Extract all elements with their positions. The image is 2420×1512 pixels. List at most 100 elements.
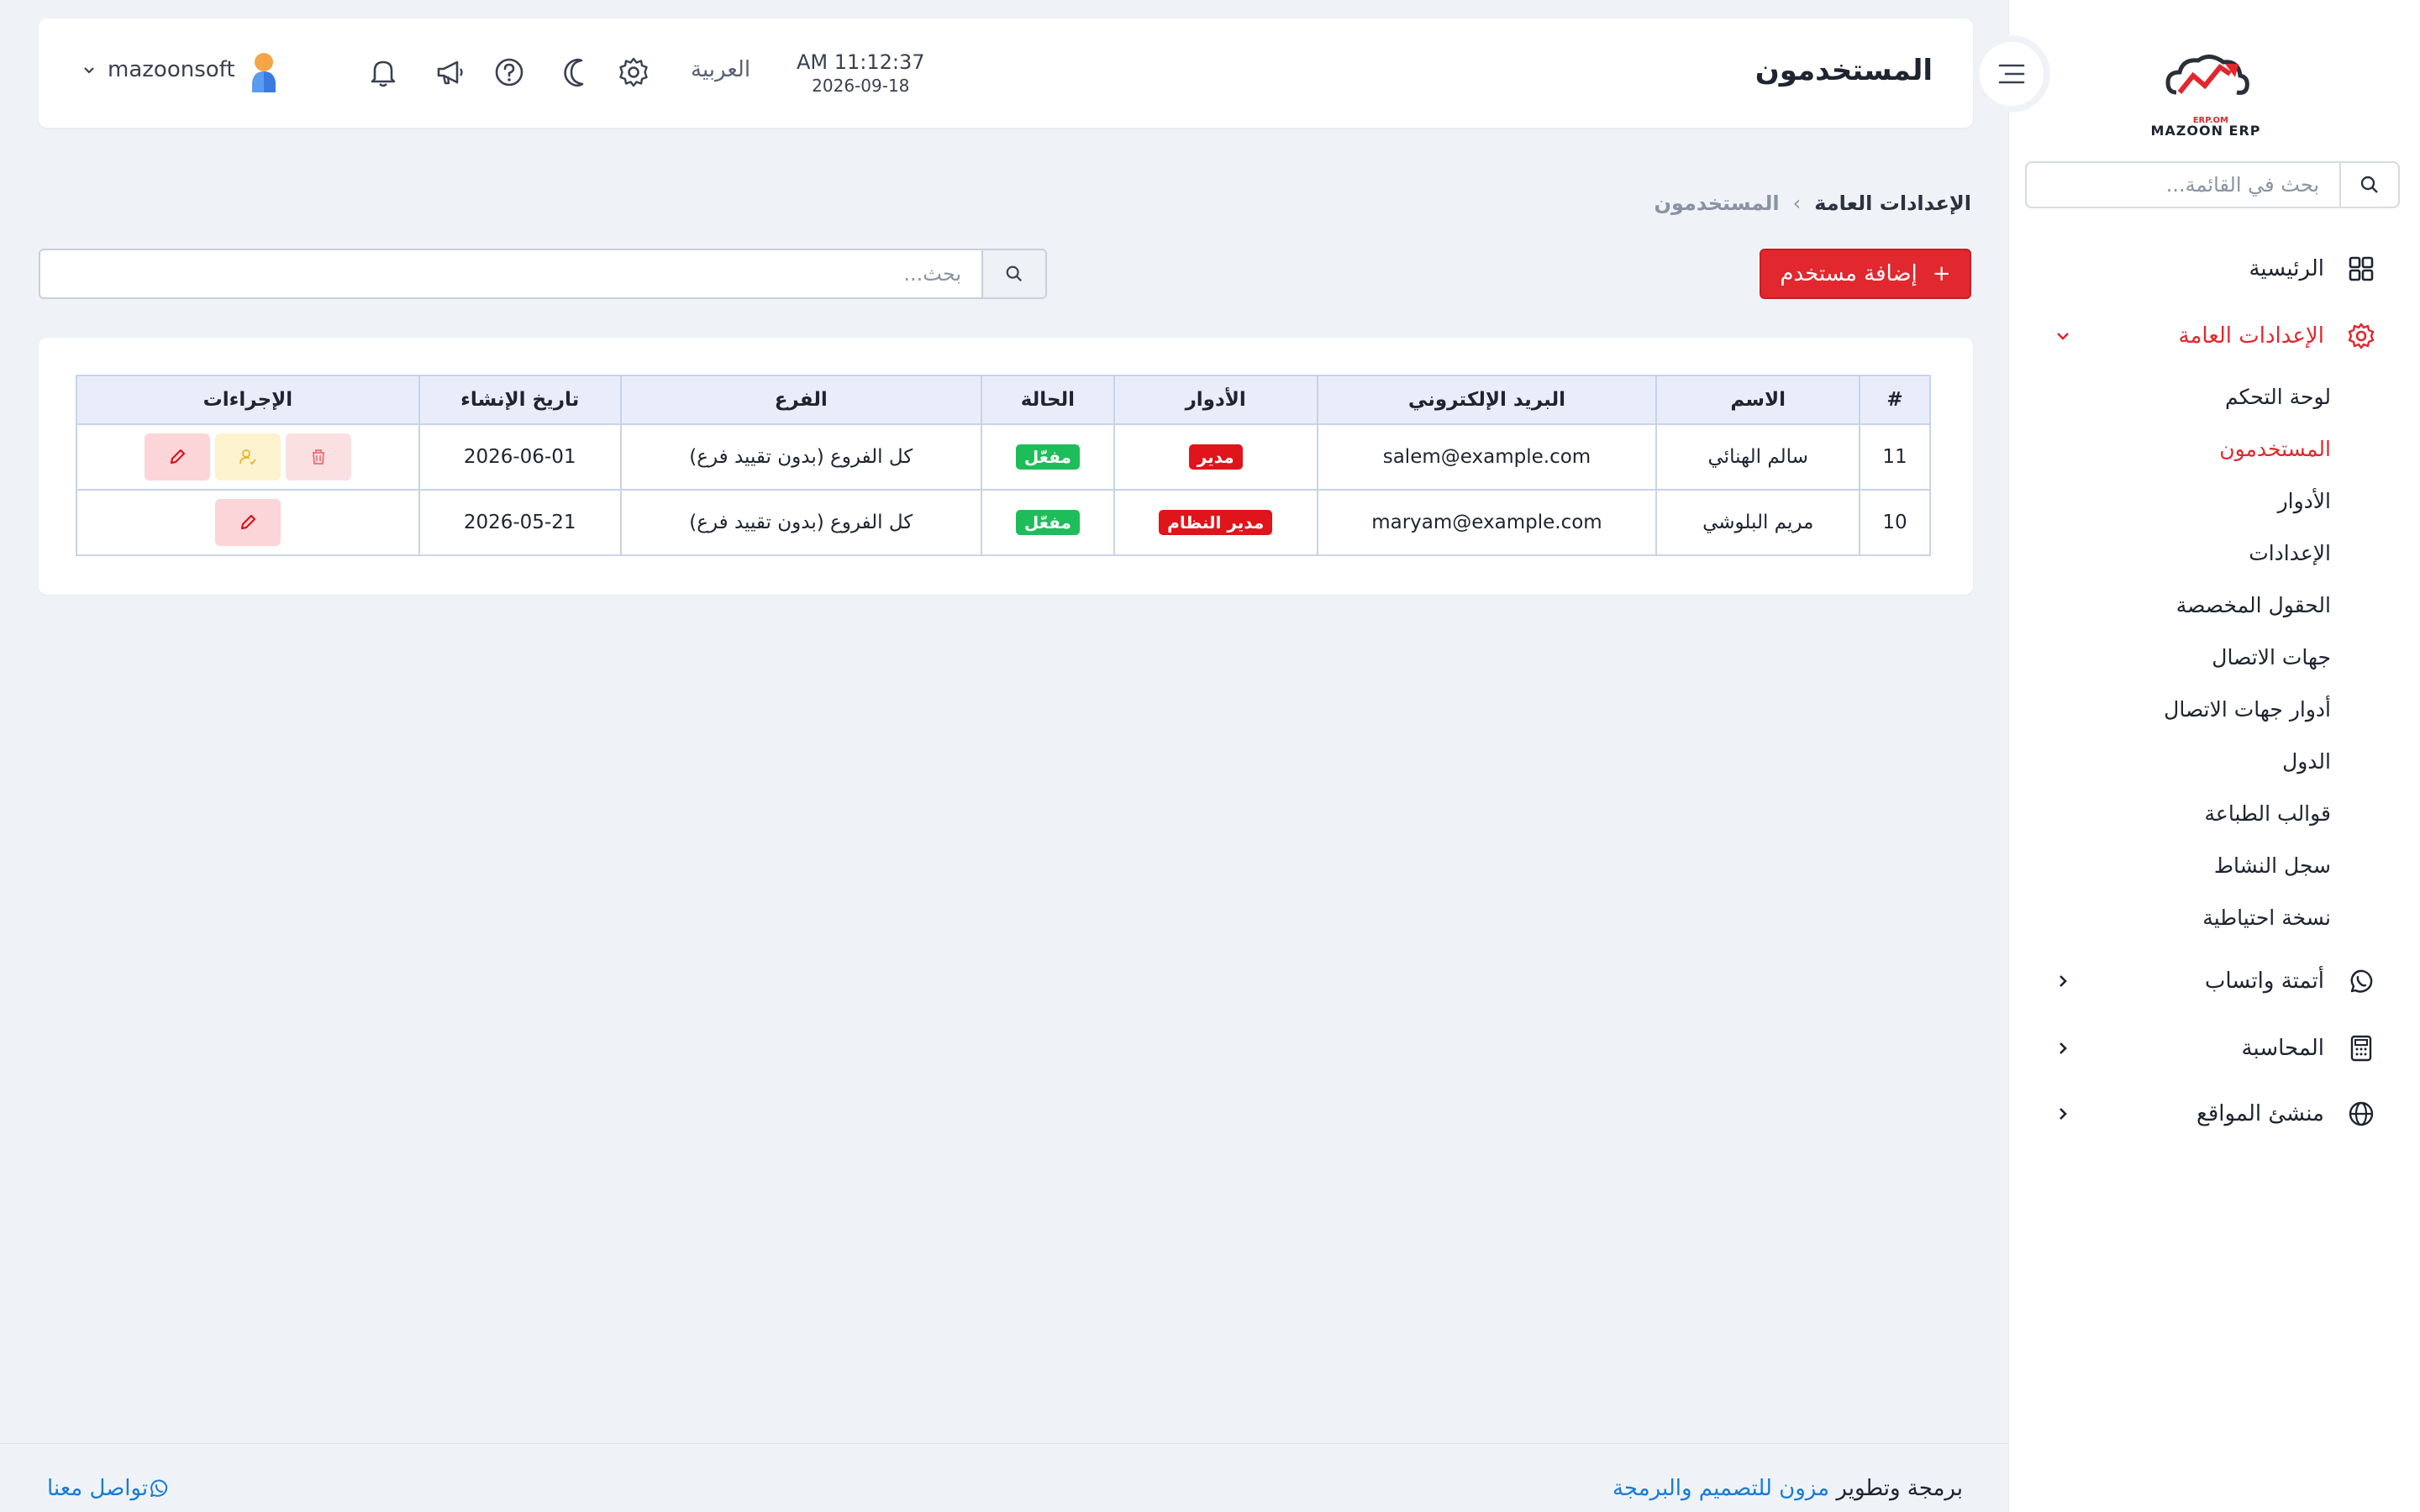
chevron-down-icon (2050, 323, 2075, 349)
status-badge: مفعّل (1015, 444, 1080, 470)
chevron-left-icon (2050, 1036, 2075, 1061)
footer: برمجة وتطوير مزون للتصميم والبرمجة تواصل… (0, 1443, 2008, 1512)
cell-created: 2026-06-01 (418, 423, 622, 491)
sidebar-subitem-backup[interactable]: نسخة احتياطية (2202, 906, 2331, 930)
sidebar-subitem-dashboard[interactable]: لوحة التحكم (2225, 385, 2331, 409)
brand-logo[interactable]: ERP.OM MAZOON ERP (2143, 34, 2269, 139)
breadcrumb: الإعدادات العامة ‹ المستخدمون (1654, 192, 1971, 215)
chevron-left-icon (2050, 1101, 2075, 1126)
plus-icon: + (1932, 261, 1951, 286)
cell-email: maryam@example.com (1316, 489, 1658, 556)
search-button[interactable] (983, 249, 1047, 299)
sidebar-search-input[interactable] (2027, 163, 2339, 207)
avatar[interactable] (240, 49, 287, 96)
sidebar-item-label: المحاسبة (2241, 1036, 2324, 1061)
sidebar-subitem-settings[interactable]: الإعدادات (2249, 541, 2331, 565)
column-header-actions: الإجراءات (76, 375, 420, 425)
username[interactable]: mazoonsoft (108, 57, 235, 82)
column-header-name[interactable]: الاسم (1655, 375, 1861, 425)
language-switcher[interactable]: العربية (691, 57, 750, 82)
sidebar-item-general-settings[interactable]: الإعدادات العامة (2050, 311, 2378, 361)
sidebar-subitem-custom-fields[interactable]: الحقول المخصصة (2176, 593, 2331, 617)
table-row: 11 سالم الهنائي salem@example.com مدير م… (76, 423, 1931, 491)
column-header-roles[interactable]: الأدوار (1113, 375, 1318, 425)
sidebar-search (2025, 161, 2400, 208)
cell-name: سالم الهنائي (1655, 423, 1861, 491)
users-table-card: # الاسم البريد الإلكتروني الأدوار الحالة… (39, 338, 1973, 595)
menu-icon (1998, 64, 2025, 84)
settings-icon[interactable] (613, 52, 654, 92)
footer-credit-link[interactable]: مزون للتصميم والبرمجة (1612, 1476, 1829, 1501)
sidebar-item-accounting[interactable]: المحاسبة (2050, 1023, 2378, 1074)
users-search-input[interactable] (39, 249, 983, 299)
logo-icon (2165, 55, 2249, 95)
sidebar-item-label: أتمتة واتساب (2204, 969, 2324, 994)
whatsapp-icon (2344, 964, 2378, 998)
footer-credit: برمجة وتطوير مزون للتصميم والبرمجة (1612, 1476, 1963, 1501)
pencil-icon (240, 514, 256, 530)
globe-icon (2344, 1097, 2378, 1131)
sidebar-subitem-contact-roles[interactable]: أدوار جهات الاتصال (2164, 697, 2331, 722)
cell-actions (76, 489, 420, 556)
footer-credit-prefix: برمجة وتطوير (1836, 1476, 1963, 1501)
help-icon[interactable] (489, 52, 529, 92)
search-icon (1006, 265, 1023, 282)
column-header-branch[interactable]: الفرع (619, 375, 982, 425)
column-header-status[interactable]: الحالة (980, 375, 1115, 425)
cell-email: salem@example.com (1316, 423, 1658, 491)
column-header-created[interactable]: تاريخ الإنشاء (418, 375, 622, 425)
sidebar-item-label: منشئ المواقع (2196, 1101, 2324, 1126)
user-permissions-button[interactable] (214, 433, 281, 480)
cell-status: مفعّل (980, 423, 1115, 491)
sidebar-item-whatsapp[interactable]: أتمتة واتساب (2050, 956, 2378, 1006)
cell-branch: كل الفروع (بدون تقييد فرع) (619, 489, 982, 556)
cell-roles: مدير (1113, 423, 1318, 491)
add-user-button[interactable]: + إضافة مستخدم (1760, 249, 1971, 299)
breadcrumb-parent[interactable]: الإعدادات العامة (1814, 192, 1971, 215)
users-search (39, 249, 1047, 299)
delete-button[interactable] (285, 433, 351, 480)
table-row: 10 مريم البلوشي maryam@example.com مدير … (76, 489, 1931, 556)
column-header-email[interactable]: البريد الإلكتروني (1316, 375, 1658, 425)
role-badge: مدير النظام (1159, 510, 1273, 535)
edit-button[interactable] (214, 499, 281, 546)
menu-toggle-button[interactable] (1973, 35, 2050, 113)
role-badge: مدير (1188, 444, 1243, 470)
sidebar-subitem-print-templates[interactable]: قوالب الطباعة (2205, 801, 2331, 826)
sidebar-subitem-users[interactable]: المستخدمون (2219, 437, 2331, 461)
sidebar-subitem-contacts[interactable]: جهات الاتصال (2212, 645, 2331, 669)
top-header: المستخدمون AM 11:12:37 2026-09-18 العربي… (39, 18, 1973, 128)
sidebar-subitem-roles[interactable]: الأدوار (2278, 489, 2331, 513)
cell-branch: كل الفروع (بدون تقييد فرع) (619, 423, 982, 491)
user-check-icon (239, 449, 256, 465)
clock-time: AM 11:12:37 (797, 50, 925, 74)
cell-actions (76, 423, 420, 491)
sidebar-subitem-countries[interactable]: الدول (2282, 749, 2331, 774)
chevron-down-icon[interactable] (81, 62, 97, 79)
dark-mode-icon[interactable] (556, 52, 597, 92)
status-badge: مفعّل (1015, 510, 1080, 535)
cell-name: مريم البلوشي (1655, 489, 1861, 556)
edit-button[interactable] (144, 433, 210, 480)
announcements-icon[interactable] (430, 52, 471, 92)
sidebar: ERP.OM MAZOON ERP الرئيسية الإعدادات الع… (2008, 0, 2420, 1512)
sidebar-item-home[interactable]: الرئيسية (2050, 244, 2378, 294)
trash-icon (312, 449, 324, 465)
cell-created: 2026-05-21 (418, 489, 622, 556)
sidebar-item-website-builder[interactable]: منشئ المواقع (2050, 1089, 2378, 1139)
add-user-label: إضافة مستخدم (1780, 261, 1918, 286)
cell-id: 11 (1859, 423, 1931, 491)
notifications-icon[interactable] (363, 52, 403, 92)
clock: AM 11:12:37 2026-09-18 (797, 50, 925, 96)
chevron-left-icon: ‹ (1792, 192, 1802, 215)
contact-us-link[interactable]: تواصل معنا (47, 1476, 180, 1501)
clock-date: 2026-09-18 (812, 76, 910, 96)
column-header-id[interactable]: # (1859, 375, 1931, 425)
grid-icon (2344, 252, 2378, 286)
chevron-left-icon (2050, 969, 2075, 994)
search-icon[interactable] (2339, 163, 2398, 207)
cell-roles: مدير النظام (1113, 489, 1318, 556)
sidebar-subitem-activity-log[interactable]: سجل النشاط (2214, 853, 2331, 878)
cell-status: مفعّل (980, 489, 1115, 556)
pencil-icon (170, 449, 186, 465)
